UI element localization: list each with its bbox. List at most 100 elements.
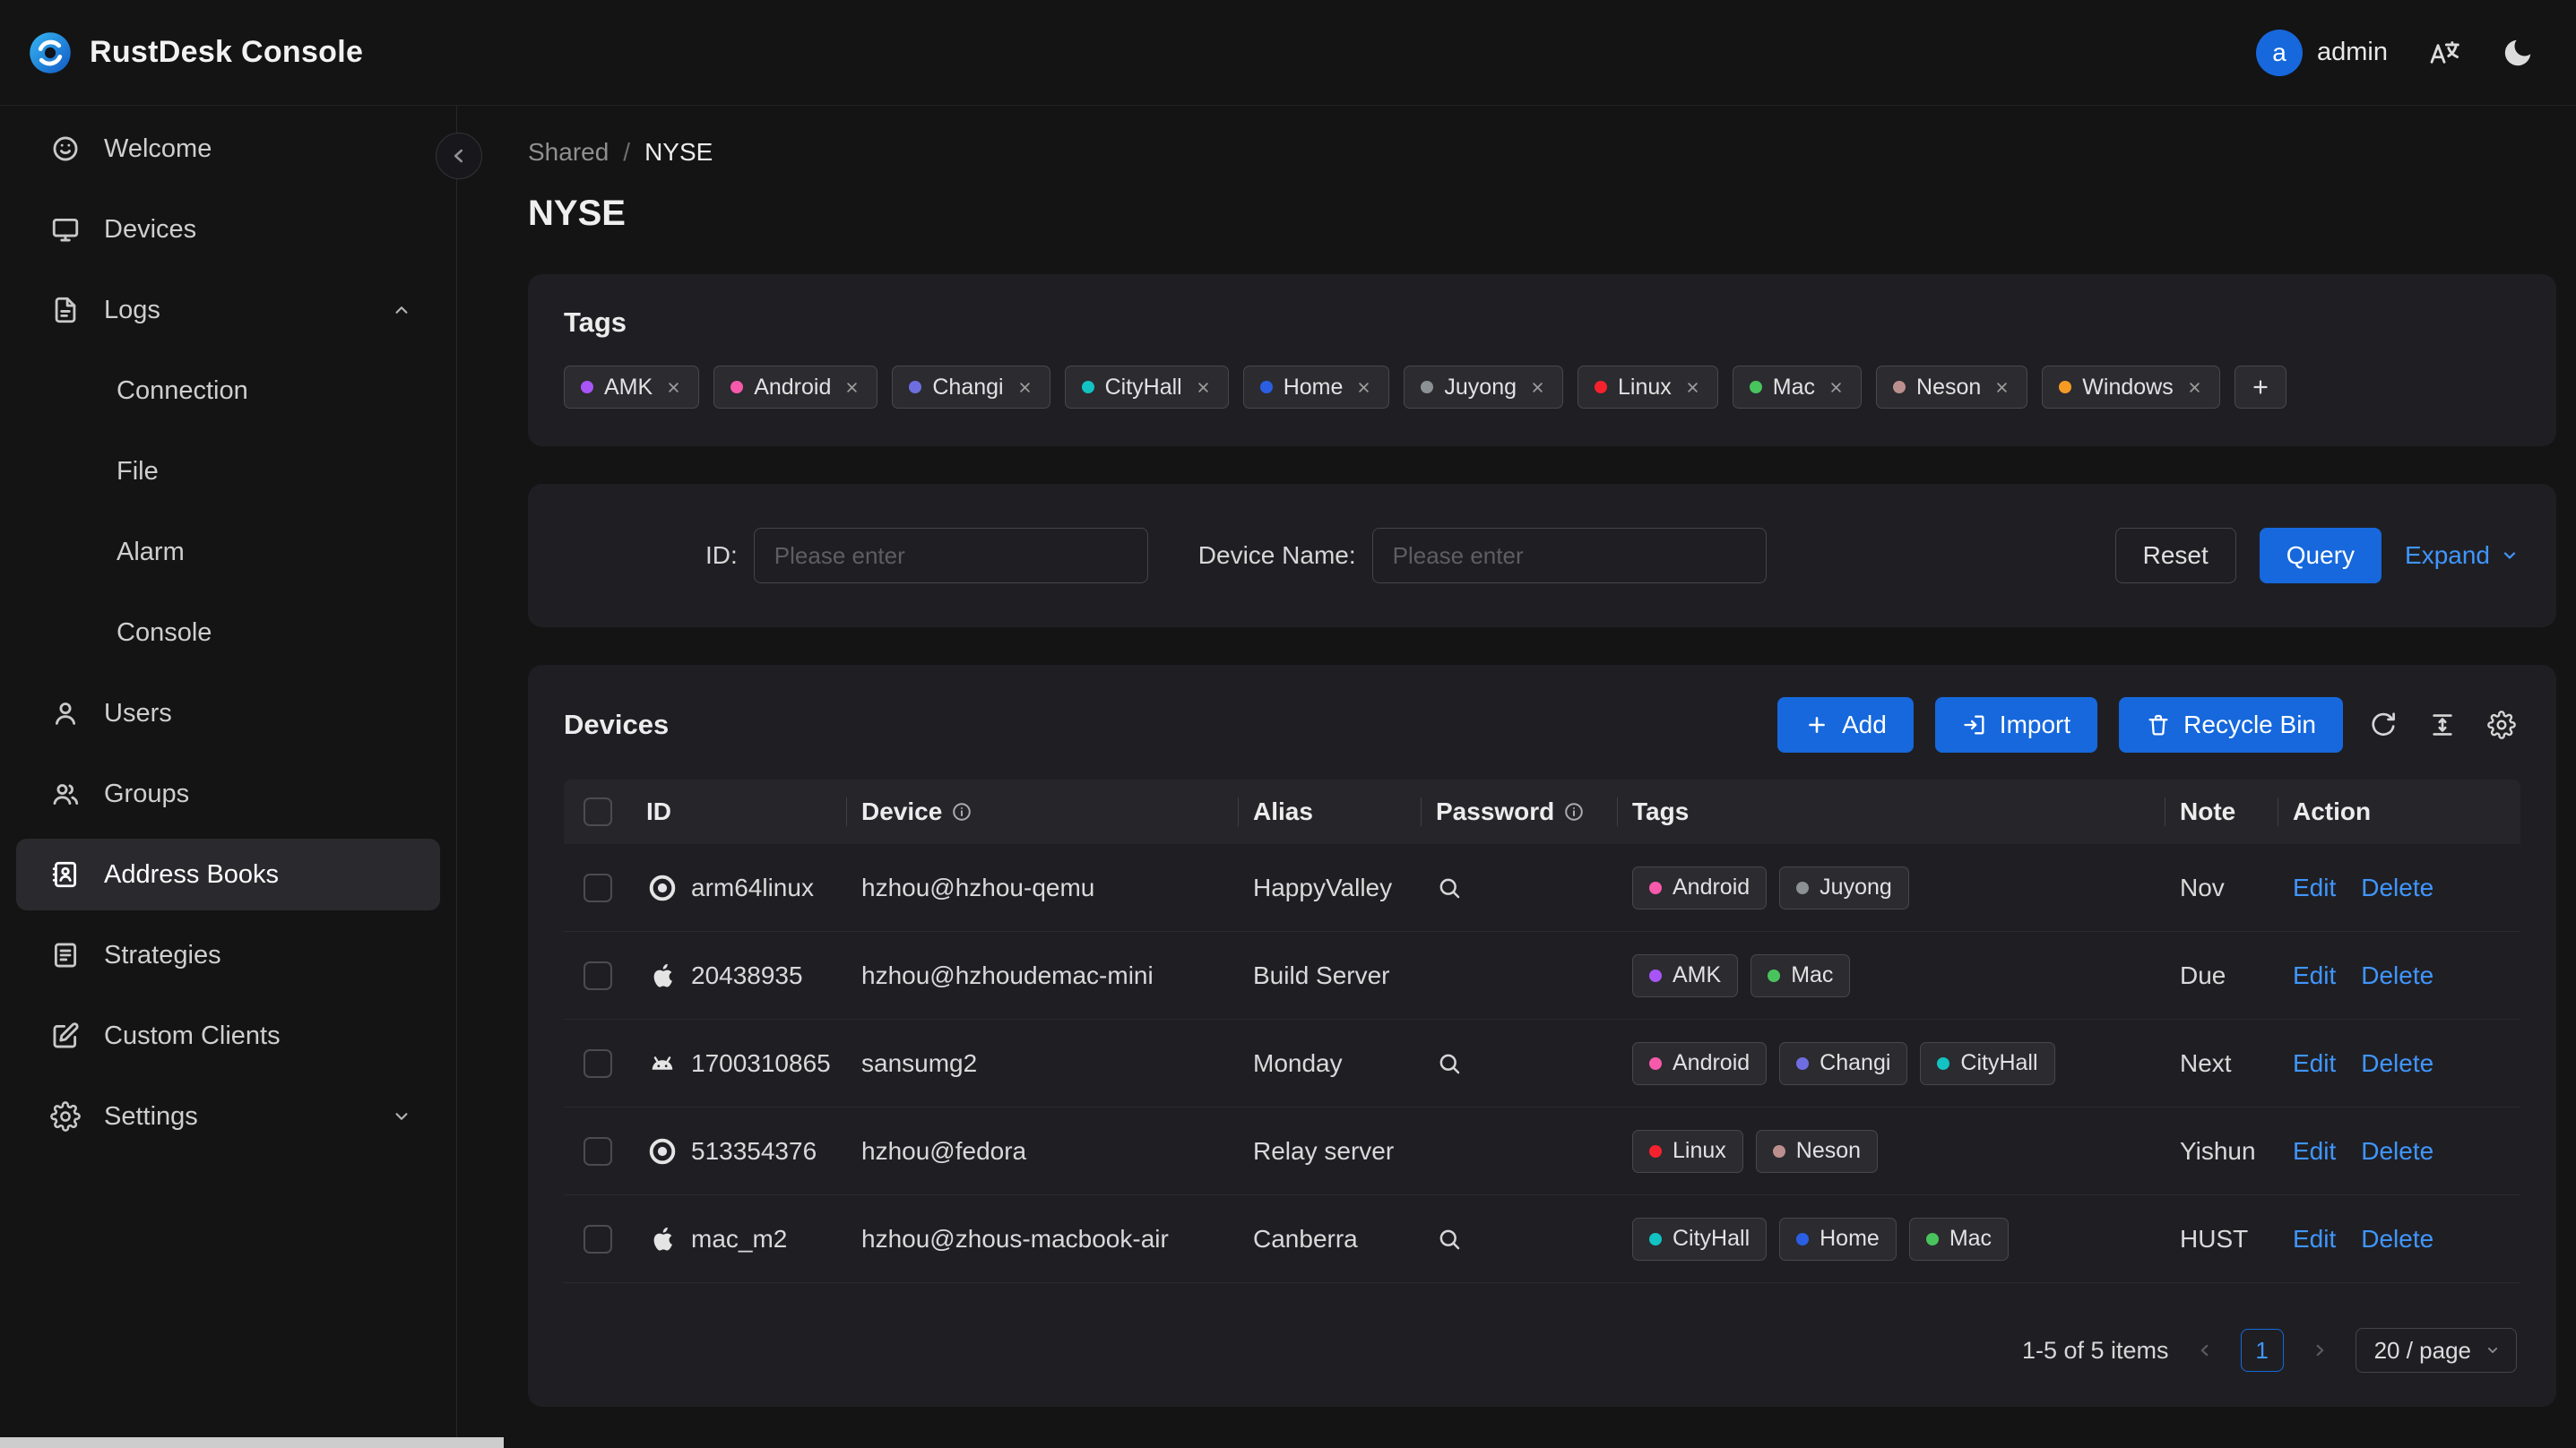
edit-link[interactable]: Edit xyxy=(2293,1137,2336,1166)
delete-link[interactable]: Delete xyxy=(2361,961,2433,990)
tag-color-dot xyxy=(1259,381,1273,393)
delete-link[interactable]: Delete xyxy=(2361,1225,2433,1254)
import-button[interactable]: Import xyxy=(1934,697,2098,753)
id-filter: ID: xyxy=(705,528,1148,583)
tag-chip: Home xyxy=(1779,1217,1897,1261)
remove-tag-icon[interactable] xyxy=(1684,379,1701,396)
select-all-checkbox[interactable] xyxy=(583,797,612,826)
add-tag-button[interactable] xyxy=(2234,366,2286,409)
tag-chip-mac: Mac xyxy=(1732,366,1863,409)
devices-card: Devices Add Import Recycle Bin ID Device… xyxy=(528,665,2556,1407)
plus-icon xyxy=(1809,717,1825,733)
sidebar-item-console[interactable]: Console xyxy=(16,597,440,668)
table-settings-gear-icon[interactable] xyxy=(2483,706,2520,744)
android-icon xyxy=(646,1047,679,1080)
view-password-icon[interactable] xyxy=(1436,1226,1463,1253)
device-note: Yishun xyxy=(2180,1136,2256,1165)
sidebar-item-alarm[interactable]: Alarm xyxy=(16,516,440,588)
sidebar-item-custom-clients[interactable]: Custom Clients xyxy=(16,1000,440,1072)
reset-button[interactable]: Reset xyxy=(2114,528,2236,583)
remove-tag-icon[interactable] xyxy=(1828,379,1845,396)
row-checkbox[interactable] xyxy=(583,1136,612,1166)
row-checkbox[interactable] xyxy=(583,873,612,902)
tag-color-dot xyxy=(1772,1144,1785,1158)
row-checkbox[interactable] xyxy=(583,961,612,990)
sidebar-item-strategies[interactable]: Strategies xyxy=(16,919,440,991)
remove-tag-icon[interactable] xyxy=(1993,379,2010,396)
id-filter-input[interactable] xyxy=(753,528,1148,583)
table-header-row: ID Device Alias Password Tags Note Actio… xyxy=(564,780,2520,844)
device-name: hzhou@hzhou-qemu xyxy=(861,873,1095,901)
tag-color-dot xyxy=(1649,1232,1662,1245)
view-password-icon[interactable] xyxy=(1436,1050,1463,1077)
edit-link[interactable]: Edit xyxy=(2293,874,2336,902)
sidebar-collapse-button[interactable] xyxy=(436,133,482,179)
column-header-password: Password xyxy=(1436,797,1555,825)
column-header-note: Note xyxy=(2180,797,2236,825)
sidebar-item-welcome[interactable]: Welcome xyxy=(16,113,440,185)
remove-tag-icon[interactable] xyxy=(1016,379,1033,396)
remove-tag-icon[interactable] xyxy=(843,379,860,396)
language-translate-icon[interactable] xyxy=(2427,36,2461,70)
delete-link[interactable]: Delete xyxy=(2361,1137,2433,1166)
device-name-filter-input[interactable] xyxy=(1371,528,1767,583)
recycle-bin-button[interactable]: Recycle Bin xyxy=(2119,697,2343,753)
tag-chip: Changi xyxy=(1779,1041,1908,1085)
info-icon[interactable] xyxy=(951,801,972,823)
add-device-label: Add xyxy=(1841,711,1887,738)
query-button[interactable]: Query xyxy=(2259,528,2382,583)
expand-toggle[interactable]: Expand xyxy=(2405,541,2520,570)
add-device-button[interactable]: Add xyxy=(1776,697,1914,753)
topbar-actions: a admin xyxy=(2256,29,2535,76)
row-checkbox[interactable] xyxy=(583,1048,612,1078)
delete-link[interactable]: Delete xyxy=(2361,874,2433,902)
sidebar-item-users[interactable]: Users xyxy=(16,677,440,749)
tag-label: CityHall xyxy=(1673,1226,1750,1251)
page-number-1[interactable]: 1 xyxy=(2240,1329,2284,1372)
tag-color-dot xyxy=(1796,1056,1810,1070)
remove-tag-icon[interactable] xyxy=(665,379,682,396)
row-checkbox[interactable] xyxy=(583,1224,612,1254)
tag-chip-juyong: Juyong xyxy=(1404,366,1564,409)
sidebar-item-settings[interactable]: Settings xyxy=(16,1081,440,1152)
filter-card: ID: Device Name: Reset Query Expand xyxy=(528,484,2556,627)
device-alias: Canberra xyxy=(1253,1224,1358,1253)
breadcrumb-shared[interactable]: Shared xyxy=(528,138,609,167)
user-menu[interactable]: a admin xyxy=(2256,29,2388,76)
horizontal-scrollbar[interactable] xyxy=(0,1437,504,1448)
sidebar-item-logs[interactable]: Logs xyxy=(16,274,440,346)
device-row: 513354376 hzhou@fedora Relay server Linu… xyxy=(564,1108,2520,1195)
linux-icon xyxy=(646,1135,679,1168)
sidebar-item-address-books[interactable]: Address Books xyxy=(16,839,440,910)
edit-link[interactable]: Edit xyxy=(2293,1049,2336,1078)
tag-label: AMK xyxy=(1673,962,1722,987)
chevron-down-icon xyxy=(390,1105,413,1128)
page-size-select[interactable]: 20 / page xyxy=(2355,1328,2517,1373)
prev-page-icon[interactable] xyxy=(2187,1332,2223,1368)
sidebar-item-label: Alarm xyxy=(117,537,185,566)
remove-tag-icon[interactable] xyxy=(1529,379,1546,396)
tag-color-dot xyxy=(1649,969,1662,982)
column-height-icon[interactable] xyxy=(2424,706,2461,744)
refresh-icon[interactable] xyxy=(2364,706,2402,744)
sidebar-item-label: Connection xyxy=(117,375,248,405)
edit-link[interactable]: Edit xyxy=(2293,1225,2336,1254)
sidebar-item-devices[interactable]: Devices xyxy=(16,194,440,265)
tag-chip-cityhall: CityHall xyxy=(1064,366,1229,409)
edit-link[interactable]: Edit xyxy=(2293,961,2336,990)
avatar[interactable]: a xyxy=(2256,29,2303,76)
device-row: 20438935 hzhou@hzhoudemac-mini Build Ser… xyxy=(564,932,2520,1020)
sidebar-item-groups[interactable]: Groups xyxy=(16,758,440,830)
delete-link[interactable]: Delete xyxy=(2361,1049,2433,1078)
sidebar-item-connection[interactable]: Connection xyxy=(16,355,440,427)
tag-label: Home xyxy=(1820,1226,1880,1251)
view-password-icon[interactable] xyxy=(1436,875,1463,901)
theme-toggle-moon-icon[interactable] xyxy=(2501,36,2535,70)
remove-tag-icon[interactable] xyxy=(1195,379,1212,396)
info-icon[interactable] xyxy=(1563,801,1585,823)
sidebar-item-file[interactable]: File xyxy=(16,435,440,507)
remove-tag-icon[interactable] xyxy=(2186,379,2203,396)
remove-tag-icon[interactable] xyxy=(1355,379,1372,396)
linux-icon xyxy=(646,872,679,904)
next-page-icon[interactable] xyxy=(2302,1332,2338,1368)
